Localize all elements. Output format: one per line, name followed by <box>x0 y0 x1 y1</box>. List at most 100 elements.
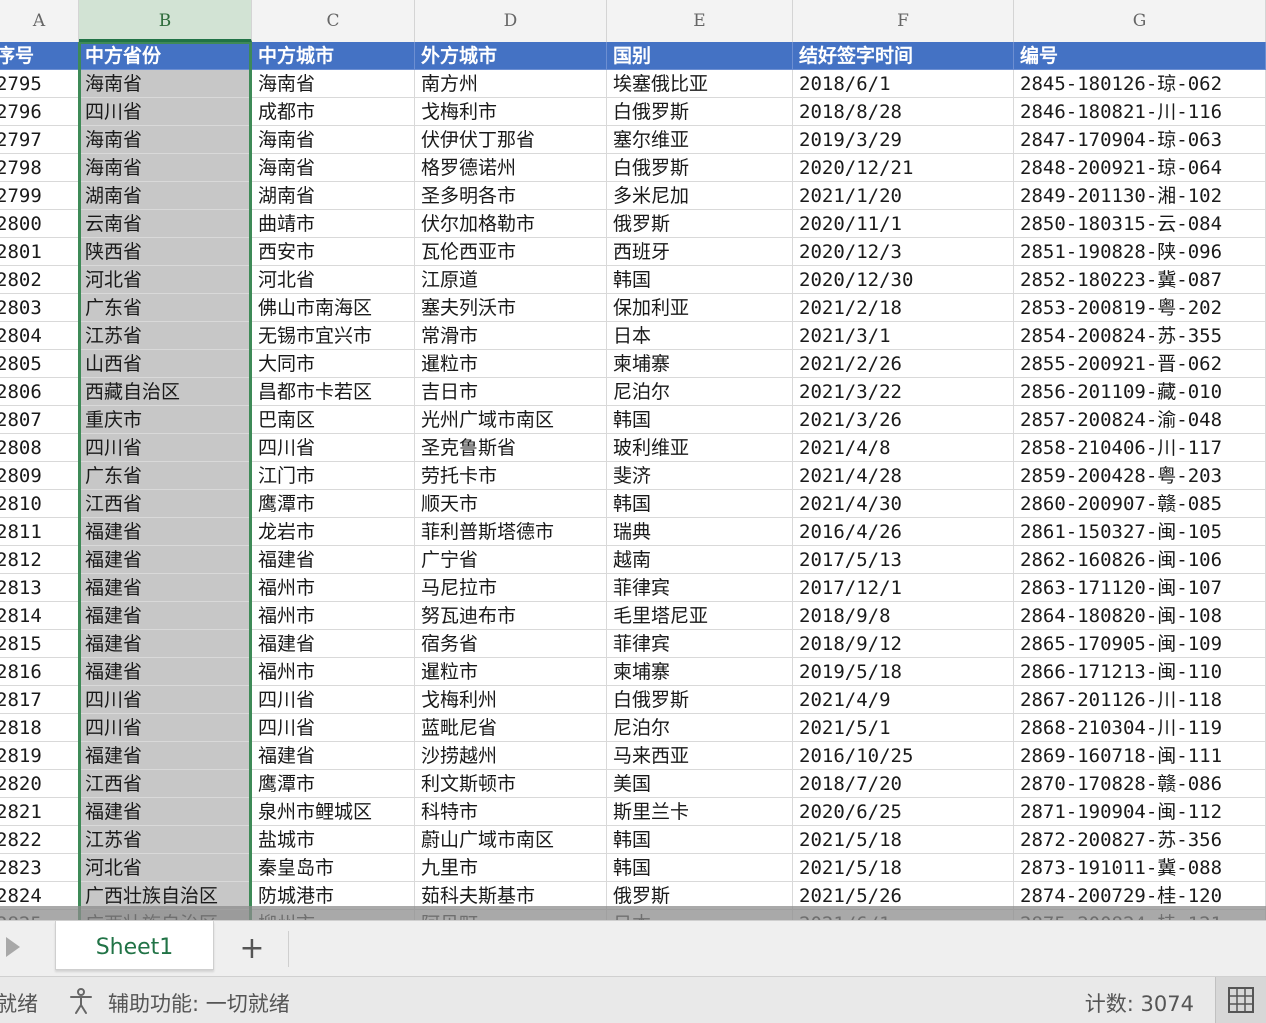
cell-c[interactable]: 福建省 <box>252 742 415 770</box>
cell-c[interactable]: 海南省 <box>252 126 415 154</box>
cell-e[interactable]: 玻利维亚 <box>607 434 793 462</box>
cell-e[interactable]: 塞尔维亚 <box>607 126 793 154</box>
cell-f[interactable]: 2019/3/29 <box>793 126 1014 154</box>
cell-d[interactable]: 暹粒市 <box>415 658 607 686</box>
cell-g[interactable]: 2866-171213-闽-110 <box>1014 658 1266 686</box>
cell-g[interactable]: 2871-190904-闽-112 <box>1014 798 1266 826</box>
cell-a[interactable]: 2809 <box>0 462 79 490</box>
cell-a[interactable]: 2819 <box>0 742 79 770</box>
cell-f[interactable]: 2019/5/18 <box>793 658 1014 686</box>
cell-c[interactable]: 秦皇岛市 <box>252 854 415 882</box>
cell-a[interactable]: 2810 <box>0 490 79 518</box>
cell-b[interactable]: 海南省 <box>79 126 252 154</box>
cell-e[interactable]: 韩国 <box>607 490 793 518</box>
cell-c[interactable]: 西安市 <box>252 238 415 266</box>
cell-a[interactable]: 2800 <box>0 210 79 238</box>
cell-e[interactable]: 菲律宾 <box>607 630 793 658</box>
cell-a[interactable]: 2812 <box>0 546 79 574</box>
cell-g[interactable]: 2865-170905-闽-109 <box>1014 630 1266 658</box>
cell-b[interactable]: 福建省 <box>79 742 252 770</box>
cell-e[interactable]: 斐济 <box>607 462 793 490</box>
cell-g[interactable]: 2849-201130-湘-102 <box>1014 182 1266 210</box>
scroll-tabs-right-icon[interactable] <box>6 937 20 957</box>
cell-f[interactable]: 2021/2/18 <box>793 294 1014 322</box>
cell-e[interactable]: 俄罗斯 <box>607 210 793 238</box>
cell-b[interactable]: 重庆市 <box>79 406 252 434</box>
normal-view-button[interactable] <box>1215 977 1266 1023</box>
cell-c[interactable]: 昌都市卡若区 <box>252 378 415 406</box>
cell-f[interactable]: 2021/3/1 <box>793 322 1014 350</box>
cell-c[interactable]: 福建省 <box>252 546 415 574</box>
cell-e[interactable]: 白俄罗斯 <box>607 98 793 126</box>
cell-a[interactable]: 2811 <box>0 518 79 546</box>
cell-c[interactable]: 曲靖市 <box>252 210 415 238</box>
cell-d[interactable]: 圣克鲁斯省 <box>415 434 607 462</box>
column-header-E[interactable]: E <box>607 0 793 42</box>
cell-e[interactable]: 柬埔寨 <box>607 350 793 378</box>
cell-b[interactable]: 福建省 <box>79 630 252 658</box>
cell-a[interactable]: 2823 <box>0 854 79 882</box>
cell-g[interactable]: 2846-180821-川-116 <box>1014 98 1266 126</box>
cell-g[interactable]: 2870-170828-赣-086 <box>1014 770 1266 798</box>
cell-a[interactable]: 2822 <box>0 826 79 854</box>
accessibility-icon[interactable] <box>66 986 96 1016</box>
cell-c[interactable]: 巴南区 <box>252 406 415 434</box>
cell-g[interactable]: 2862-160826-闽-106 <box>1014 546 1266 574</box>
cell-g[interactable]: 2867-201126-川-118 <box>1014 686 1266 714</box>
cell-d[interactable]: 马尼拉市 <box>415 574 607 602</box>
cell-g[interactable]: 2852-180223-冀-087 <box>1014 266 1266 294</box>
cell-a[interactable]: 2795 <box>0 70 79 98</box>
header-cell-e[interactable]: 国别 <box>607 42 793 70</box>
cell-d[interactable]: 菲利普斯塔德市 <box>415 518 607 546</box>
horizontal-scrollbar[interactable] <box>0 906 1266 920</box>
cell-c[interactable]: 龙岩市 <box>252 518 415 546</box>
cell-a[interactable]: 2805 <box>0 350 79 378</box>
cell-g[interactable]: 2858-210406-川-117 <box>1014 434 1266 462</box>
cell-b[interactable]: 江西省 <box>79 490 252 518</box>
cell-d[interactable]: 江原道 <box>415 266 607 294</box>
cell-b[interactable]: 广东省 <box>79 294 252 322</box>
cell-b[interactable]: 陕西省 <box>79 238 252 266</box>
cell-c[interactable]: 湖南省 <box>252 182 415 210</box>
cell-c[interactable]: 海南省 <box>252 154 415 182</box>
cell-e[interactable]: 多米尼加 <box>607 182 793 210</box>
cell-b[interactable]: 福建省 <box>79 798 252 826</box>
cell-d[interactable]: 蓝毗尼省 <box>415 714 607 742</box>
cell-d[interactable]: 宿务省 <box>415 630 607 658</box>
cell-c[interactable]: 福州市 <box>252 574 415 602</box>
cell-f[interactable]: 2021/5/1 <box>793 714 1014 742</box>
cell-f[interactable]: 2018/9/8 <box>793 602 1014 630</box>
cell-d[interactable]: 科特市 <box>415 798 607 826</box>
cell-d[interactable]: 九里市 <box>415 854 607 882</box>
header-cell-g[interactable]: 编号 <box>1014 42 1266 70</box>
cell-c[interactable]: 佛山市南海区 <box>252 294 415 322</box>
cell-f[interactable]: 2020/12/3 <box>793 238 1014 266</box>
cell-c[interactable]: 盐城市 <box>252 826 415 854</box>
cell-b[interactable]: 河北省 <box>79 266 252 294</box>
cell-b[interactable]: 海南省 <box>79 70 252 98</box>
cell-f[interactable]: 2021/4/28 <box>793 462 1014 490</box>
cell-d[interactable]: 瓦伦西亚市 <box>415 238 607 266</box>
cell-a[interactable]: 2804 <box>0 322 79 350</box>
cell-f[interactable]: 2021/2/26 <box>793 350 1014 378</box>
cell-g[interactable]: 2861-150327-闽-105 <box>1014 518 1266 546</box>
cell-b[interactable]: 四川省 <box>79 98 252 126</box>
cell-c[interactable]: 四川省 <box>252 714 415 742</box>
cell-g[interactable]: 2850-180315-云-084 <box>1014 210 1266 238</box>
cell-a[interactable]: 2815 <box>0 630 79 658</box>
cell-g[interactable]: 2860-200907-赣-085 <box>1014 490 1266 518</box>
cell-a[interactable]: 2817 <box>0 686 79 714</box>
cell-e[interactable]: 斯里兰卡 <box>607 798 793 826</box>
cell-d[interactable]: 暹粒市 <box>415 350 607 378</box>
column-header-B[interactable]: B <box>79 0 252 42</box>
cell-e[interactable]: 马来西亚 <box>607 742 793 770</box>
cell-b[interactable]: 湖南省 <box>79 182 252 210</box>
cell-a[interactable]: 2799 <box>0 182 79 210</box>
cell-f[interactable]: 2020/6/25 <box>793 798 1014 826</box>
cell-f[interactable]: 2018/9/12 <box>793 630 1014 658</box>
header-cell-a[interactable]: 序号 <box>0 42 79 70</box>
cell-b[interactable]: 广东省 <box>79 462 252 490</box>
cell-d[interactable]: 圣多明各市 <box>415 182 607 210</box>
cell-g[interactable]: 2868-210304-川-119 <box>1014 714 1266 742</box>
cell-d[interactable]: 努瓦迪布市 <box>415 602 607 630</box>
